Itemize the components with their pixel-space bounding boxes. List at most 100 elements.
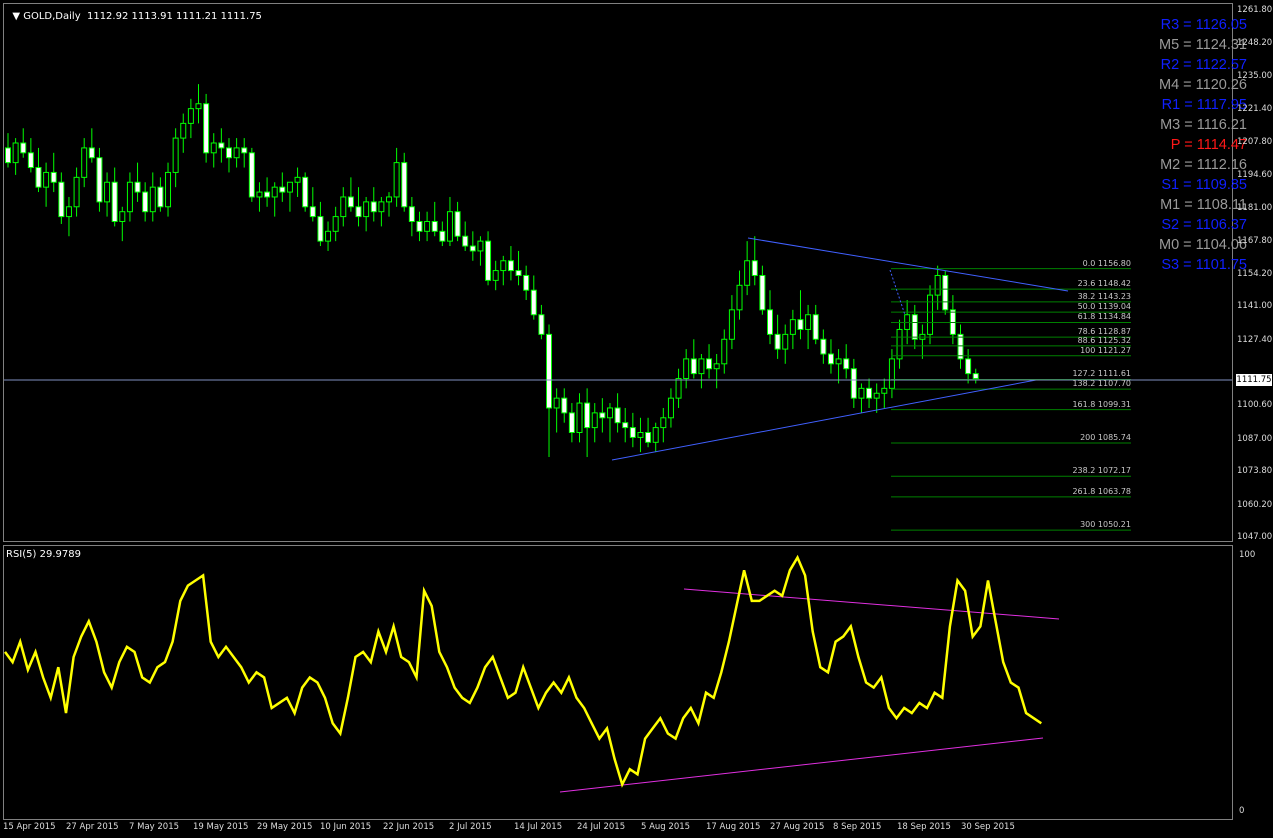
- pivot-text: S3 = 1101.75: [1161, 257, 1247, 273]
- candle: [81, 138, 88, 188]
- candle: [523, 265, 530, 301]
- rsi-header: RSI(5) 29.9789: [6, 549, 81, 560]
- price-tick-label: 1100.60: [1237, 400, 1273, 411]
- price-tick-label: 1047.00: [1237, 532, 1273, 542]
- candle: [73, 167, 80, 217]
- candle: [271, 182, 278, 217]
- pivot-level-m0: M0 = 1104.06: [1077, 235, 1247, 255]
- price-tick-label: 1235.00: [1237, 70, 1273, 81]
- rsi-lower-trendline[interactable]: [559, 737, 1044, 793]
- candle: [256, 182, 263, 212]
- pivot-level-m4: M4 = 1120.26: [1077, 75, 1247, 95]
- candle: [774, 314, 781, 359]
- candle: [35, 147, 42, 193]
- candle: [667, 388, 674, 428]
- fib-level-label: 200 1085.74: [1080, 432, 1131, 442]
- candle: [317, 201, 324, 247]
- price-tick-label: 1194.60: [1237, 169, 1273, 180]
- candle: [599, 398, 606, 433]
- candle: [728, 295, 735, 350]
- time-tick-label: 2 Jul 2015: [449, 822, 492, 832]
- candle: [492, 260, 499, 291]
- fib-level-label: 50.0 1139.04: [1077, 302, 1131, 312]
- rsi-line: [3, 554, 1042, 788]
- candle: [88, 128, 95, 163]
- fib-level-label: 161.8 1099.31: [1072, 399, 1131, 409]
- candle: [736, 270, 743, 320]
- candle: [606, 403, 613, 443]
- candle: [424, 211, 431, 242]
- candle: [553, 388, 560, 433]
- candle: [881, 378, 888, 408]
- candle: [431, 201, 438, 237]
- candle: [165, 162, 172, 217]
- candle: [515, 250, 522, 286]
- pivot-text: S1 = 1109.85: [1161, 177, 1247, 193]
- fib-level-label: 138.2 1107.70: [1072, 379, 1131, 389]
- candle: [546, 324, 553, 458]
- candle: [218, 128, 225, 163]
- candle: [142, 182, 149, 222]
- candle: [462, 221, 469, 251]
- time-tick-label: 22 Jun 2015: [383, 822, 435, 832]
- time-tick-label: 17 Aug 2015: [706, 822, 761, 832]
- pivot-level-s2: S2 = 1106.37: [1077, 215, 1247, 235]
- candle: [241, 138, 248, 168]
- candle: [957, 324, 964, 369]
- candle: [850, 358, 857, 408]
- fib-level-label: 300 1050.21: [1080, 520, 1131, 530]
- menu-triangle-icon[interactable]: ▼: [12, 11, 23, 22]
- time-tick-label: 19 May 2015: [193, 822, 249, 832]
- candle: [363, 196, 370, 232]
- candle: [43, 162, 50, 207]
- fib-level-label: 127.2 1111.61: [1072, 369, 1131, 379]
- candle: [119, 206, 126, 242]
- time-tick-label: 30 Sep 2015: [961, 822, 1015, 832]
- candle: [919, 324, 926, 359]
- ohlc-label: 1112.92 1113.91 1111.21 1111.75: [86, 11, 262, 22]
- pivot-level-m3: M3 = 1116.21: [1077, 115, 1247, 135]
- candle: [576, 393, 583, 443]
- candle: [286, 181, 293, 212]
- candle: [378, 196, 385, 227]
- time-tick-label: 14 Jul 2015: [514, 822, 563, 832]
- candle: [759, 265, 766, 315]
- time-tick-label: 8 Sep 2015: [833, 822, 882, 832]
- price-tick-label: 1060.20: [1237, 499, 1273, 510]
- candle: [325, 221, 332, 251]
- candle: [782, 324, 789, 364]
- candle: [820, 329, 827, 364]
- candle: [767, 290, 773, 345]
- candle: [485, 231, 492, 286]
- price-tick-label: 1141.00: [1237, 301, 1273, 312]
- candle: [58, 172, 65, 224]
- current-price-tag: 1111.75: [1236, 374, 1272, 386]
- candle: [27, 138, 34, 173]
- candle: [751, 236, 758, 286]
- candle: [675, 368, 682, 408]
- pivot-text: M1 = 1108.11: [1160, 197, 1247, 213]
- time-tick-label: 24 Jul 2015: [577, 822, 626, 832]
- candle: [652, 422, 659, 453]
- price-tick-label: 1167.80: [1237, 235, 1273, 246]
- candle: [309, 187, 316, 222]
- candle: [180, 113, 187, 153]
- fib-level-label: 23.6 1148.42: [1077, 279, 1131, 289]
- candle: [698, 353, 705, 389]
- time-tick-label: 5 Aug 2015: [641, 822, 691, 832]
- pivot-text: R3 = 1126.05: [1160, 17, 1247, 33]
- candle: [279, 172, 286, 202]
- candle: [264, 177, 271, 207]
- candle: [65, 196, 72, 237]
- price-tick-label: 1073.80: [1237, 466, 1273, 477]
- pivot-level-r2: R2 = 1122.57: [1077, 55, 1247, 75]
- candle: [721, 329, 728, 374]
- pivot-level-r3: R3 = 1126.05: [1077, 15, 1247, 35]
- candle: [812, 304, 819, 345]
- fib-level-label: 78.6 1128.87: [1077, 327, 1131, 337]
- candle: [683, 349, 690, 389]
- pivot-text: P = 1114.47: [1170, 137, 1247, 153]
- upper-trendline[interactable]: [747, 237, 1069, 292]
- time-tick-label: 29 May 2015: [257, 822, 313, 832]
- candle: [195, 84, 202, 124]
